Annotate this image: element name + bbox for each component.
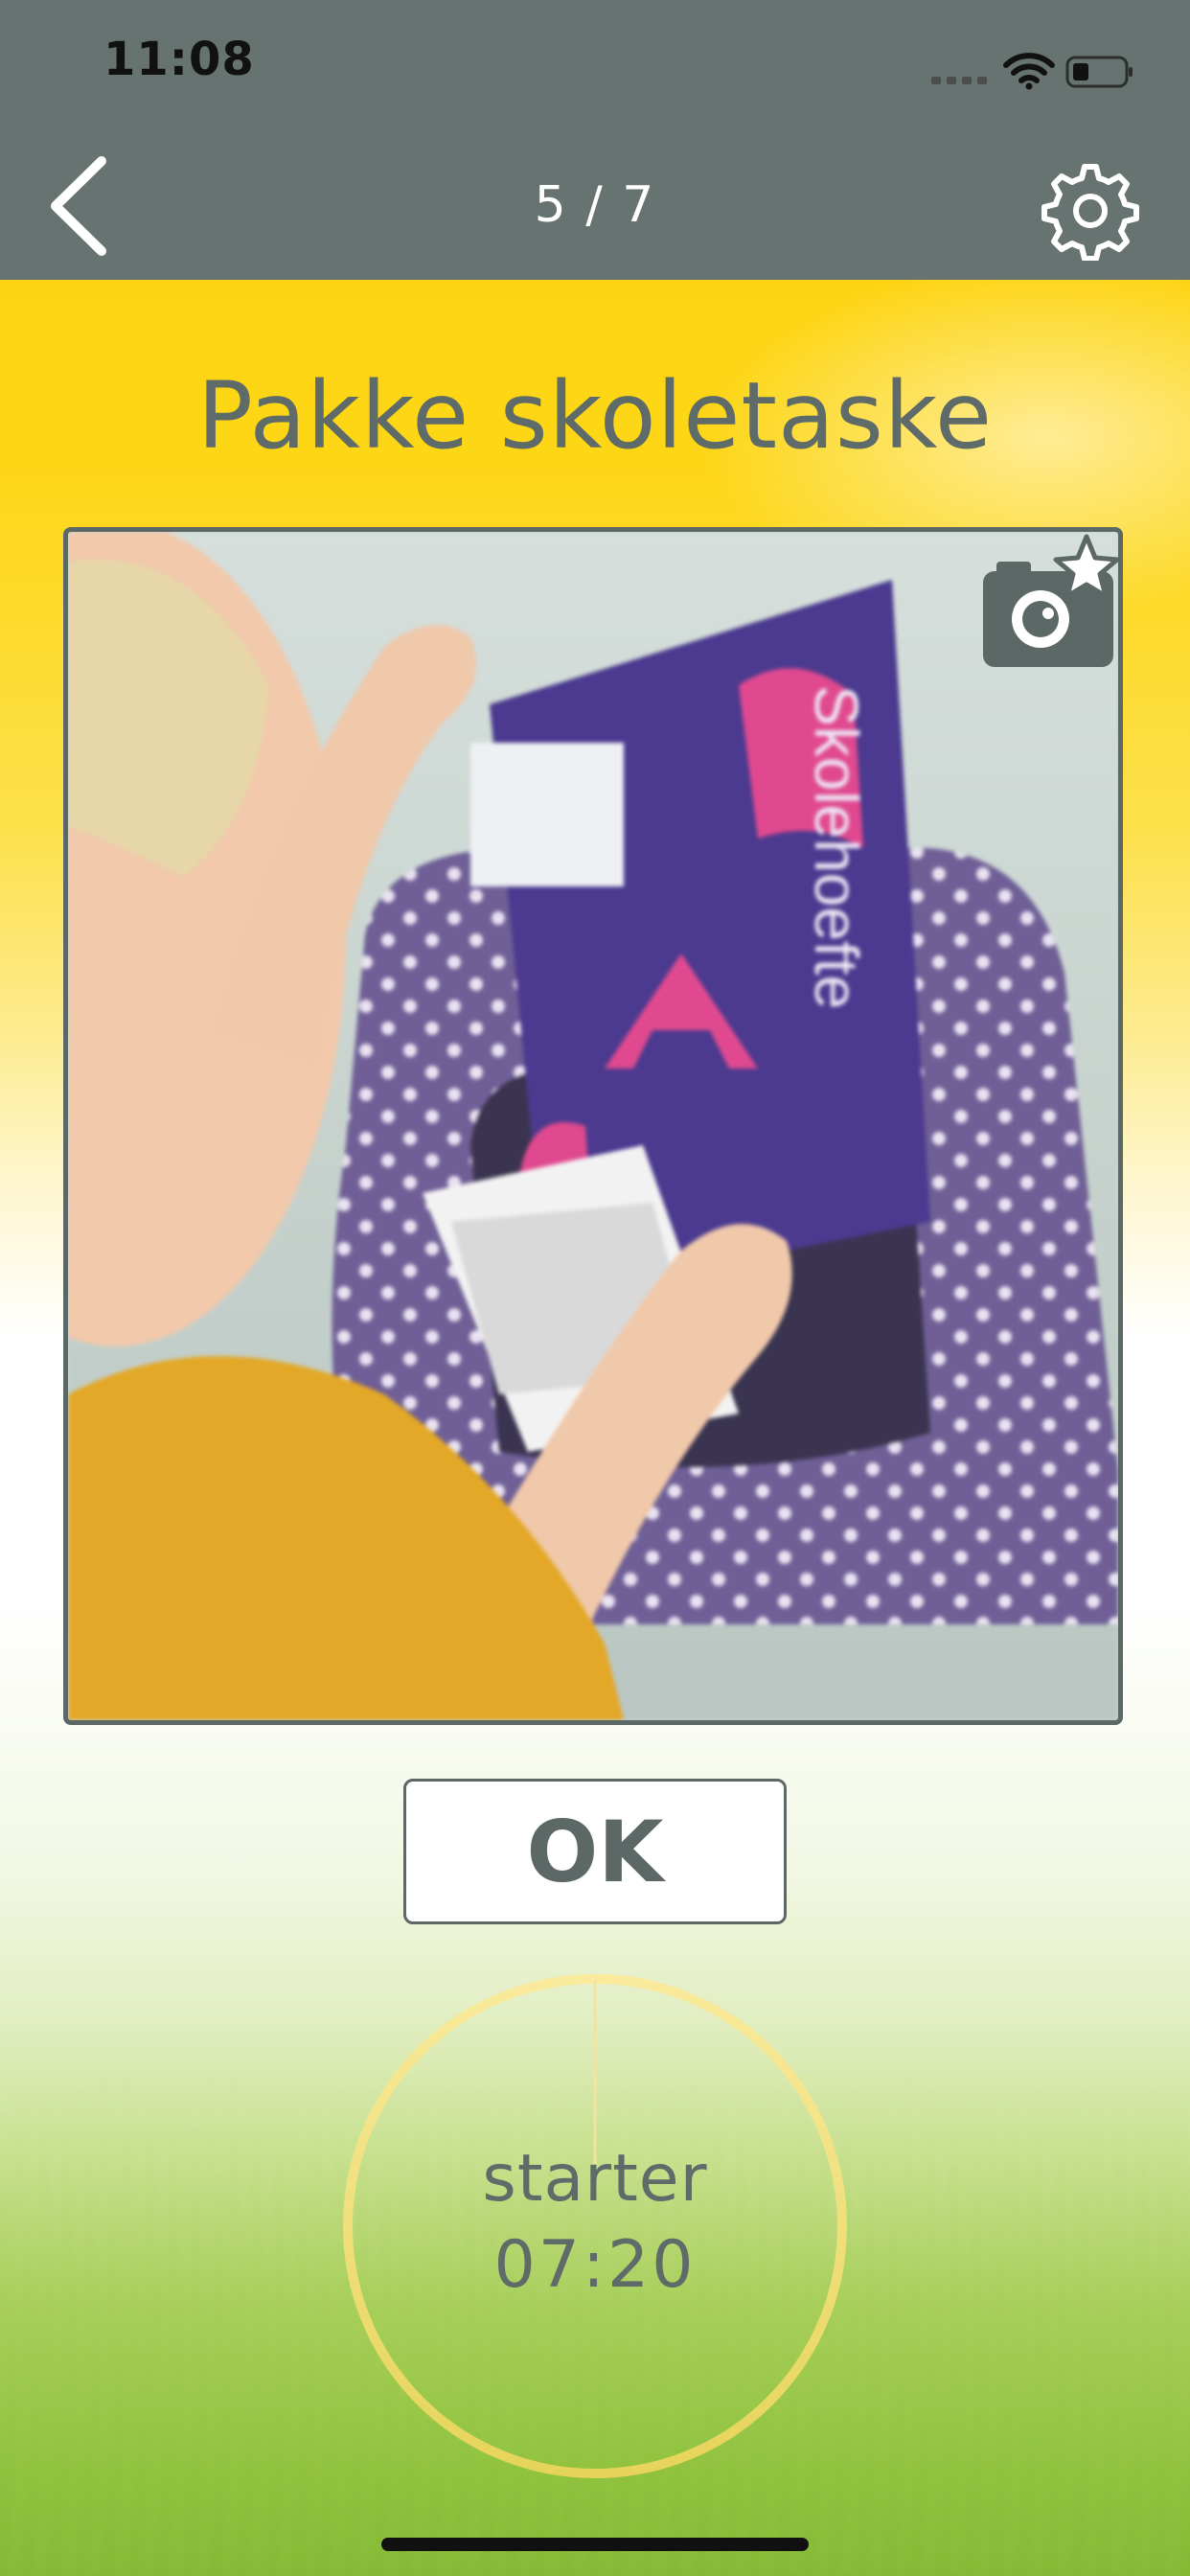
- ok-button[interactable]: OK: [403, 1779, 787, 1924]
- home-indicator[interactable]: [381, 2538, 809, 2551]
- top-bar: 11:08 5 / 7: [0, 0, 1190, 280]
- battery-icon: [1065, 56, 1133, 88]
- timer-label: starter: [482, 2141, 708, 2217]
- wifi-icon: [1003, 53, 1055, 90]
- gear-icon[interactable]: [1041, 161, 1140, 261]
- timer-time: 07:20: [493, 2227, 697, 2303]
- task-photo: Skolehoefte: [68, 532, 1118, 1720]
- timer-ring: [343, 1974, 847, 2478]
- step-counter: 5 / 7: [534, 176, 656, 234]
- svg-text:Skolehoefte: Skolehoefte: [802, 685, 871, 1009]
- camera-star-icon[interactable]: [979, 533, 1123, 677]
- task-image: Skolehoefte: [63, 527, 1123, 1725]
- task-title: Pakke skoletaske: [196, 362, 994, 470]
- back-button[interactable]: [42, 153, 119, 259]
- cellular-signal-icon: [931, 77, 987, 84]
- status-time: 11:08: [103, 33, 255, 86]
